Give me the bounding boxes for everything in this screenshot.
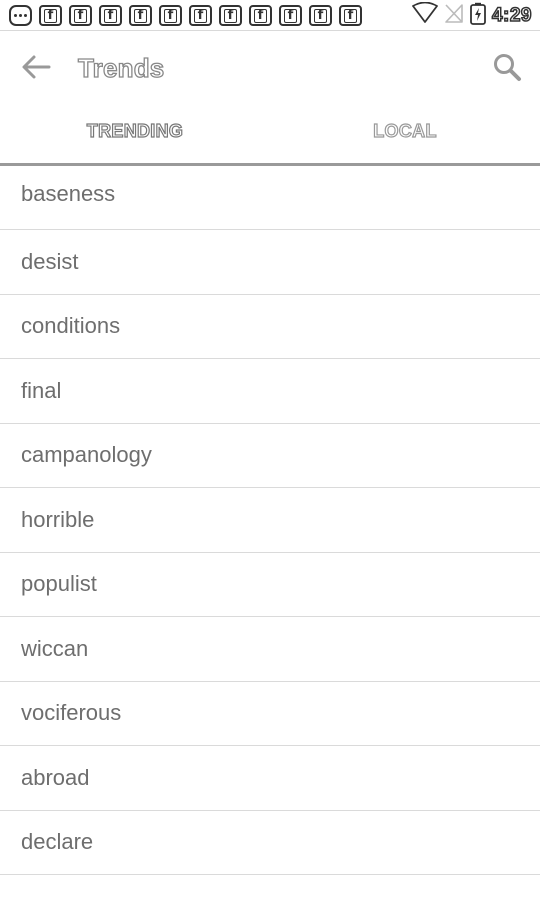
trends-list: baseness desist conditions final campano…: [0, 166, 540, 897]
facebook-icon: f: [159, 5, 182, 26]
page-title: Trends: [77, 52, 165, 83]
search-icon: [492, 52, 522, 87]
no-signal-icon: [444, 2, 464, 29]
facebook-icon: f: [129, 5, 152, 26]
list-item[interactable]: desist: [0, 230, 540, 295]
facebook-icon: f: [69, 5, 92, 26]
list-item[interactable]: final: [0, 359, 540, 424]
system-status: 4:29: [412, 1, 532, 30]
list-item[interactable]: wiccan: [0, 617, 540, 682]
facebook-icon: f: [279, 5, 302, 26]
list-item[interactable]: conditions: [0, 295, 540, 359]
tab-bar: TRENDING LOCAL: [0, 106, 540, 166]
wifi-icon: [412, 1, 438, 29]
tab-local[interactable]: LOCAL: [270, 106, 540, 163]
facebook-icon: f: [249, 5, 272, 26]
list-item[interactable]: abroad: [0, 746, 540, 811]
back-button[interactable]: [18, 53, 54, 85]
facebook-icon: f: [189, 5, 212, 26]
status-bar: f f f f f f f f f f f 4:29: [0, 0, 540, 31]
list-item[interactable]: declare: [0, 811, 540, 875]
battery-charging-icon: [470, 2, 486, 30]
toolbar: Trends: [0, 32, 540, 106]
facebook-icon: f: [39, 5, 62, 26]
facebook-icon: f: [99, 5, 122, 26]
list-item[interactable]: vociferous: [0, 682, 540, 746]
list-item[interactable]: populist: [0, 553, 540, 617]
arrow-left-icon: [21, 54, 51, 85]
notification-icons: f f f f f f f f f f f: [9, 5, 362, 26]
facebook-icon: f: [219, 5, 242, 26]
tab-trending[interactable]: TRENDING: [0, 106, 270, 163]
facebook-icon: f: [309, 5, 332, 26]
facebook-icon: f: [339, 5, 362, 26]
chat-icon: [9, 5, 32, 26]
status-time: 4:29: [491, 4, 532, 27]
search-button[interactable]: [490, 52, 524, 86]
list-item[interactable]: campanology: [0, 424, 540, 488]
list-item[interactable]: baseness: [0, 166, 540, 230]
list-item[interactable]: horrible: [0, 488, 540, 553]
